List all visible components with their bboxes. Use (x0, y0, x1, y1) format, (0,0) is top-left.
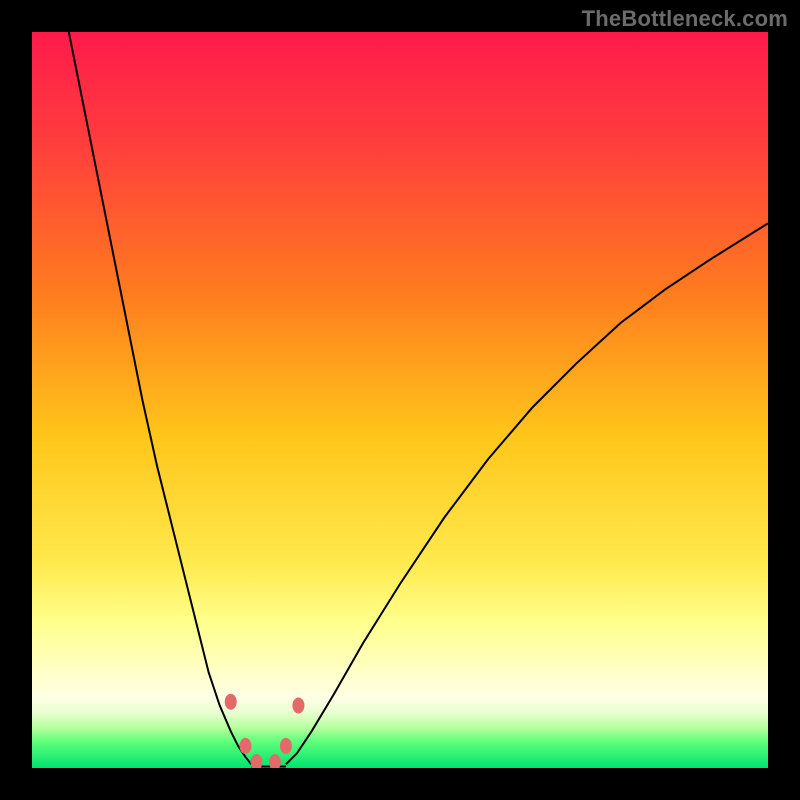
watermark-text: TheBottleneck.com (582, 6, 788, 32)
trough-marker (292, 697, 304, 713)
chart-canvas (32, 32, 768, 768)
trough-marker (280, 738, 292, 754)
trough-marker (225, 694, 237, 710)
chart-frame: TheBottleneck.com (0, 0, 800, 800)
trough-marker (239, 738, 251, 754)
